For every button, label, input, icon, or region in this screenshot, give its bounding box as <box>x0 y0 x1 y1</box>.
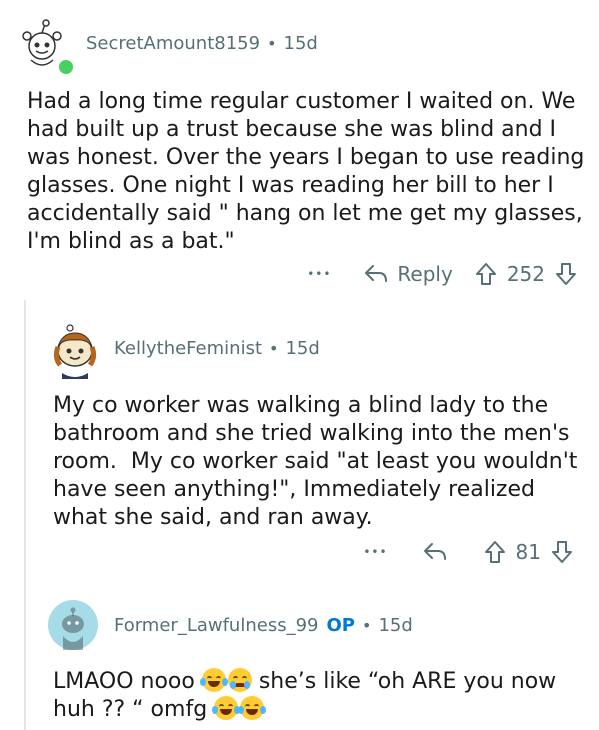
op-badge: OP <box>326 614 356 636</box>
comment-body: LMAOO nooo she’s like “oh ARE you now huh… <box>53 668 593 724</box>
laughing-emoji-icon <box>199 668 228 692</box>
upvote-icon[interactable] <box>475 262 497 286</box>
reply-button[interactable] <box>422 541 448 563</box>
separator-dot: • <box>362 615 372 635</box>
snoo-avatar-icon <box>62 607 84 650</box>
comment-body: Had a long time regular customer I waite… <box>27 89 585 254</box>
comment-actions: ••• Reply 252 <box>285 262 577 286</box>
comment-text: LMAOO nooo <box>53 669 202 694</box>
separator-dot: • <box>267 33 277 53</box>
avatar[interactable] <box>48 323 98 379</box>
reply-icon <box>365 265 388 282</box>
comment-header: Former_Lawfulness_99 OP • 15d <box>48 600 413 650</box>
comment-header: KellytheFeminist • 15d <box>48 323 320 379</box>
vote-controls: 81 <box>484 540 573 564</box>
snoo-avatar-icon <box>53 324 97 379</box>
reply-label: Reply <box>397 262 453 286</box>
comment-text: she’s like “oh ARE you now <box>251 669 557 694</box>
laughing-emoji-icon <box>238 696 267 720</box>
upvote-icon[interactable] <box>484 540 506 564</box>
vote-count: 252 <box>506 262 545 286</box>
comment-text: huh ?? “ omfg <box>53 697 215 722</box>
timestamp: 15d <box>285 337 320 359</box>
downvote-icon[interactable] <box>551 540 573 564</box>
timestamp: 15d <box>283 32 318 54</box>
laughing-emoji-icon <box>212 696 241 720</box>
separator-dot: • <box>269 338 279 358</box>
vote-controls: 252 <box>475 262 577 286</box>
reply-icon <box>423 543 446 560</box>
avatar[interactable] <box>18 18 75 76</box>
comment-header: SecretAmount8159 • 15d <box>18 18 318 76</box>
reply-button[interactable]: Reply <box>363 262 453 286</box>
crying-emoji-icon <box>227 668 252 692</box>
username[interactable]: Former_Lawfulness_99 <box>114 615 319 636</box>
comment-body: My co worker was walking a blind lady to… <box>53 393 578 530</box>
vote-count: 81 <box>515 540 541 564</box>
username[interactable]: SecretAmount8159 <box>86 33 260 54</box>
more-options-button[interactable]: ••• <box>363 545 387 559</box>
downvote-icon[interactable] <box>555 262 577 286</box>
avatar[interactable] <box>48 600 98 650</box>
comment-actions: ••• 81 <box>341 540 573 564</box>
more-options-button[interactable]: ••• <box>307 267 331 281</box>
online-status-indicator <box>57 58 75 76</box>
username[interactable]: KellytheFeminist <box>114 338 262 359</box>
thread-line[interactable] <box>24 300 26 730</box>
timestamp: 15d <box>378 614 413 636</box>
